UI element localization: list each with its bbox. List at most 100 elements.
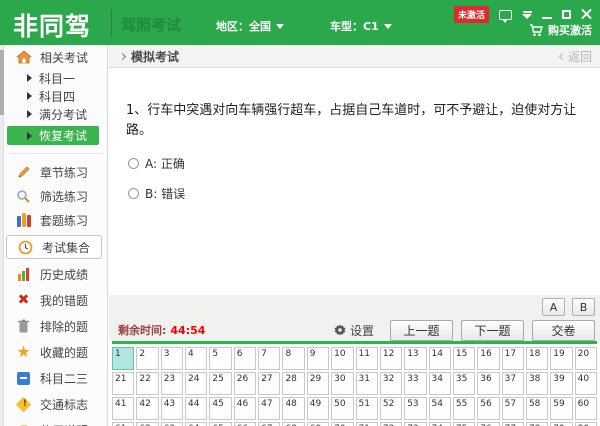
question-number-cell[interactable]: 18: [526, 347, 548, 370]
question-number-cell[interactable]: 31: [356, 372, 378, 395]
sidebar-item-subject4[interactable]: 科目四: [5, 87, 108, 105]
prev-question-button[interactable]: 上一题: [390, 320, 453, 341]
question-number-cell[interactable]: 73: [404, 422, 426, 426]
question-number-cell[interactable]: 75: [453, 422, 475, 426]
shortcut-b-button[interactable]: B: [572, 298, 595, 316]
sidebar-item-resume-exam[interactable]: 恢复考试: [7, 126, 99, 145]
question-number-cell[interactable]: 5: [209, 347, 231, 370]
question-number-cell[interactable]: 4: [185, 347, 207, 370]
sidebar-item-subject23[interactable]: 科目二三: [5, 365, 108, 391]
sidebar-item-exam-collection[interactable]: 考试集合: [6, 235, 102, 259]
next-question-button[interactable]: 下一题: [461, 320, 524, 341]
question-number-cell[interactable]: 34: [429, 372, 451, 395]
question-number-cell[interactable]: 79: [550, 422, 572, 426]
question-number-cell[interactable]: 13: [404, 347, 426, 370]
sidebar-item-traffic-signs[interactable]: ! 交通标志: [5, 391, 108, 417]
question-number-cell[interactable]: 67: [258, 422, 280, 426]
minimize-icon[interactable]: [542, 17, 552, 19]
question-number-cell[interactable]: 68: [282, 422, 304, 426]
question-number-cell[interactable]: 57: [502, 397, 524, 420]
question-number-cell[interactable]: 33: [404, 372, 426, 395]
sidebar-item-favorite-questions[interactable]: ★ 收藏的题: [5, 339, 108, 365]
question-number-cell[interactable]: 64: [185, 422, 207, 426]
question-number-cell[interactable]: 15: [453, 347, 475, 370]
feedback-chat-icon[interactable]: [499, 10, 512, 20]
question-number-cell[interactable]: 14: [429, 347, 451, 370]
sidebar-scrollbar[interactable]: [0, 45, 4, 426]
question-number-cell[interactable]: 39: [550, 372, 572, 395]
question-number-cell[interactable]: 49: [307, 397, 329, 420]
question-number-cell[interactable]: 10: [331, 347, 353, 370]
sidebar-item-subject1[interactable]: 科目一: [5, 69, 108, 87]
question-number-cell[interactable]: 56: [477, 397, 499, 420]
question-number-cell[interactable]: 35: [453, 372, 475, 395]
sidebar-item-full-score-exam[interactable]: 满分考试: [5, 105, 108, 123]
question-number-cell[interactable]: 1: [112, 347, 134, 370]
question-number-cell[interactable]: 46: [234, 397, 256, 420]
question-number-cell[interactable]: 42: [136, 397, 158, 420]
question-number-cell[interactable]: 43: [161, 397, 183, 420]
question-number-cell[interactable]: 69: [307, 422, 329, 426]
question-number-cell[interactable]: 9: [307, 347, 329, 370]
question-number-cell[interactable]: 77: [502, 422, 524, 426]
question-number-cell[interactable]: 27: [258, 372, 280, 395]
question-number-cell[interactable]: 23: [161, 372, 183, 395]
question-number-cell[interactable]: 22: [136, 372, 158, 395]
question-number-cell[interactable]: 72: [380, 422, 402, 426]
question-number-cell[interactable]: 11: [356, 347, 378, 370]
question-number-cell[interactable]: 60: [575, 397, 597, 420]
question-number-cell[interactable]: 30: [331, 372, 353, 395]
question-number-cell[interactable]: 66: [234, 422, 256, 426]
question-number-cell[interactable]: 20: [575, 347, 597, 370]
question-number-cell[interactable]: 65: [209, 422, 231, 426]
question-number-cell[interactable]: 25: [209, 372, 231, 395]
sidebar-item-excluded-questions[interactable]: 排除的题: [5, 313, 108, 339]
question-number-cell[interactable]: 45: [209, 397, 231, 420]
question-number-cell[interactable]: 62: [136, 422, 158, 426]
sidebar-item-set-practice[interactable]: 套题练习: [5, 208, 108, 232]
question-number-cell[interactable]: 80: [575, 422, 597, 426]
settings-button[interactable]: 设置: [334, 322, 374, 339]
question-number-cell[interactable]: 29: [307, 372, 329, 395]
question-number-cell[interactable]: 70: [331, 422, 353, 426]
sidebar-item-filter-practice[interactable]: 筛选练习: [5, 184, 108, 208]
cartype-select[interactable]: 车型：C1: [330, 18, 392, 34]
question-number-cell[interactable]: 16: [477, 347, 499, 370]
question-number-cell[interactable]: 48: [282, 397, 304, 420]
radio-icon[interactable]: [128, 188, 139, 199]
question-number-cell[interactable]: 50: [331, 397, 353, 420]
sidebar-item-my-mistakes[interactable]: ✖ 我的错题: [5, 287, 108, 313]
maximize-icon[interactable]: [562, 10, 571, 19]
sidebar-item-related-exams[interactable]: 相关考试: [5, 45, 108, 69]
question-number-cell[interactable]: 17: [502, 347, 524, 370]
question-number-cell[interactable]: 54: [429, 397, 451, 420]
question-number-cell[interactable]: 21: [112, 372, 134, 395]
question-number-cell[interactable]: 37: [502, 372, 524, 395]
shortcut-a-button[interactable]: A: [542, 298, 565, 316]
question-number-cell[interactable]: 3: [161, 347, 183, 370]
back-link[interactable]: 返回: [560, 48, 592, 65]
question-number-cell[interactable]: 52: [380, 397, 402, 420]
question-number-cell[interactable]: 24: [185, 372, 207, 395]
scrollbar-thumb[interactable]: [0, 50, 4, 115]
question-number-cell[interactable]: 2: [136, 347, 158, 370]
question-number-cell[interactable]: 41: [112, 397, 134, 420]
question-number-cell[interactable]: 61: [112, 422, 134, 426]
question-number-cell[interactable]: 7: [258, 347, 280, 370]
question-number-cell[interactable]: 36: [477, 372, 499, 395]
question-number-cell[interactable]: 26: [234, 372, 256, 395]
question-number-cell[interactable]: 71: [356, 422, 378, 426]
buy-activation-button[interactable]: 购买激活: [529, 22, 592, 38]
question-number-cell[interactable]: 32: [380, 372, 402, 395]
question-number-cell[interactable]: 8: [282, 347, 304, 370]
question-number-cell[interactable]: 40: [575, 372, 597, 395]
rollup-icon[interactable]: [522, 11, 532, 19]
question-number-cell[interactable]: 78: [526, 422, 548, 426]
question-number-cell[interactable]: 6: [234, 347, 256, 370]
radio-icon[interactable]: [128, 158, 139, 169]
question-number-cell[interactable]: 76: [477, 422, 499, 426]
question-number-cell[interactable]: 38: [526, 372, 548, 395]
question-number-cell[interactable]: 19: [550, 347, 572, 370]
question-number-cell[interactable]: 12: [380, 347, 402, 370]
question-number-cell[interactable]: 63: [161, 422, 183, 426]
